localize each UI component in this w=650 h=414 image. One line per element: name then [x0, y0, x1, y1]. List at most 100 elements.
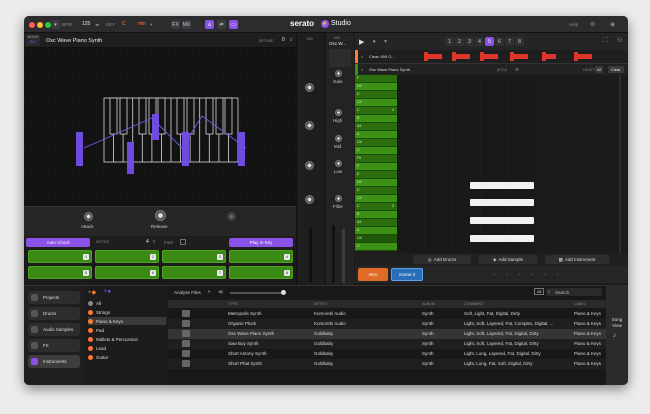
category-item[interactable]: Guitar — [88, 353, 166, 361]
add-drums-button[interactable]: ◎ Add Drums — [413, 255, 471, 264]
table-row[interactable]: Organic Pluck Komorebi Audio Synth Light… — [168, 319, 606, 329]
account-icon[interactable]: ◉ — [610, 21, 615, 28]
settings-gear-icon[interactable]: ⚙ — [590, 21, 595, 28]
column-header[interactable]: LABEL — [574, 302, 586, 306]
volume-slider-thumb[interactable] — [281, 290, 286, 295]
piano-key[interactable]: A — [355, 227, 397, 235]
table-row[interactable]: Saw Boy Synth Goldbaby Synth Light, Soft… — [168, 339, 606, 349]
table-row[interactable]: Short Phat Synth Goldbaby Synth Light, L… — [168, 359, 606, 369]
attack-knob[interactable] — [84, 212, 93, 221]
pattern-button[interactable]: 2 — [455, 37, 465, 46]
fx-button[interactable]: FX — [171, 20, 180, 29]
high-knob[interactable] — [335, 109, 342, 116]
piano-key[interactable]: E — [355, 171, 397, 179]
piano-key[interactable]: C# — [355, 99, 397, 107]
piano-key[interactable]: C4 — [355, 107, 397, 115]
chord-pad[interactable]: 2 — [95, 250, 159, 263]
pattern-button[interactable]: 1 — [445, 37, 455, 46]
midi-note[interactable] — [470, 217, 534, 224]
low-knob[interactable] — [335, 160, 342, 167]
master-knob[interactable] — [305, 83, 314, 92]
column-header[interactable]: COMMENT — [464, 302, 484, 306]
chord-pad[interactable]: 4 — [229, 250, 293, 263]
master-knob[interactable] — [305, 161, 314, 170]
piano-key[interactable]: A — [355, 131, 397, 139]
chord-pad[interactable]: 1 — [28, 250, 92, 263]
column-header[interactable]: TYPE — [228, 302, 238, 306]
add-instrument-icon[interactable]: +● — [104, 289, 111, 295]
minimize-window-button[interactable] — [37, 22, 43, 28]
notes-value[interactable]: 4 — [146, 239, 149, 245]
bpm-stepper-icon[interactable]: ◂▸ — [95, 22, 100, 28]
grid-scrollbar[interactable] — [619, 75, 621, 253]
help-menu[interactable]: Help — [569, 22, 578, 27]
analyse-dropdown-icon[interactable]: ▾ — [208, 289, 210, 295]
piano-key[interactable]: C3 — [355, 203, 397, 211]
midi-note[interactable] — [470, 199, 534, 206]
track-settings-icon[interactable]: ⚙ — [515, 67, 519, 73]
mixer-icon[interactable]: ⚇ — [617, 37, 622, 44]
extra-knob[interactable] — [227, 212, 236, 221]
retune-value[interactable]: 0 — [282, 37, 285, 43]
drum-track[interactable]: ◐ Clean 909 O... — [355, 50, 628, 63]
master-knob[interactable] — [305, 121, 314, 130]
chord-pad[interactable]: 7 — [162, 266, 226, 279]
master-knob[interactable] — [305, 195, 314, 204]
piano-key[interactable]: C# — [355, 195, 397, 203]
dropdown-icon[interactable]: ▾ — [384, 38, 387, 45]
play-icon[interactable]: ▶ — [359, 38, 364, 46]
close-window-button[interactable] — [29, 22, 35, 28]
add-sample-button[interactable]: ◈ Add Sample — [479, 255, 537, 264]
metronome-icon[interactable]: ♙ — [205, 20, 214, 29]
mid-knob[interactable] — [335, 135, 342, 142]
pattern-button[interactable]: 6 — [495, 37, 505, 46]
master-fader[interactable] — [309, 228, 312, 283]
table-row[interactable]: Metropolis Synth Komorebi Audio Synth So… — [168, 309, 606, 319]
sync-icon[interactable]: ⇄ — [217, 20, 226, 29]
instrument-track[interactable]: ◐ Osc Wave Piano Synth (ECU) ⚙ LENGTH x2… — [355, 63, 628, 76]
piano-key[interactable]: A# — [355, 219, 397, 227]
midi-note[interactable] — [470, 182, 534, 189]
sidebar-item-projects[interactable]: Projects — [28, 291, 80, 304]
piano-key[interactable]: D# — [355, 179, 397, 187]
piano-key[interactable]: D — [355, 187, 397, 195]
category-item[interactable]: Mallets & Percussion — [88, 335, 166, 343]
release-knob[interactable] — [155, 210, 166, 221]
volume-icon[interactable]: ◀) — [218, 289, 223, 295]
record-icon[interactable]: ● — [372, 39, 376, 45]
chord-pad[interactable]: 3 — [162, 250, 226, 263]
piano-key[interactable]: G — [355, 147, 397, 155]
note-grid[interactable] — [397, 75, 621, 271]
piano-key[interactable]: B — [355, 115, 397, 123]
filter-knob[interactable] — [335, 195, 342, 202]
auto-chord-button[interactable]: Auto Chord — [26, 238, 90, 247]
piano-key[interactable]: B — [355, 211, 397, 219]
mute-icon[interactable]: ◐ — [361, 54, 364, 59]
column-header[interactable]: ALBUM — [422, 302, 435, 306]
add-icon[interactable]: +◆ — [88, 289, 96, 296]
chord-pad[interactable]: 6 — [95, 266, 159, 279]
pattern-button[interactable]: 4 — [475, 37, 485, 46]
piano-key[interactable]: G# — [355, 235, 397, 243]
category-item[interactable]: Lead — [88, 344, 166, 352]
pattern-button[interactable]: 3 — [465, 37, 475, 46]
clear-button[interactable]: Clear — [608, 66, 624, 73]
gain-knob[interactable] — [335, 70, 342, 77]
piano-key[interactable]: D# — [355, 83, 397, 91]
midi-note[interactable] — [470, 235, 534, 242]
column-header[interactable]: ARTIST — [314, 302, 327, 306]
chord-pad[interactable]: 5 — [28, 266, 92, 279]
category-item[interactable]: All — [88, 299, 166, 307]
expand-icon[interactable]: ⛶ — [603, 37, 608, 45]
length-value[interactable]: x2 — [595, 66, 604, 73]
category-item[interactable]: Pad — [88, 326, 166, 334]
key-mode[interactable]: min — [138, 21, 146, 27]
bpm-value[interactable]: 125 — [82, 21, 90, 27]
pattern-button[interactable]: 7 — [505, 37, 515, 46]
search-input[interactable]: ⌕ Search — [546, 288, 602, 296]
table-row-selected[interactable]: Osc Wave Piano Synth Goldbaby Synth Ligh… — [168, 329, 606, 339]
sidebar-item-drums[interactable]: Drums — [28, 307, 80, 320]
add-instrument-button[interactable]: ▦ Add Instrument — [545, 255, 609, 264]
volume-slider[interactable] — [230, 292, 284, 294]
piano-key[interactable]: F — [355, 163, 397, 171]
